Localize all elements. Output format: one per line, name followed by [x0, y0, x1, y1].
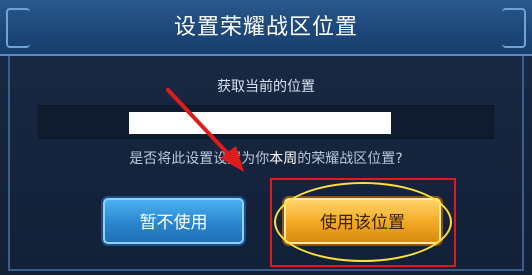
- location-dialog: 设置荣耀战区位置 获取当前的位置 是否将此设置设置为你本周的荣耀战区位置? 暂不…: [0, 0, 532, 275]
- use-location-button[interactable]: 使用该位置: [284, 198, 441, 244]
- location-field: [38, 105, 494, 139]
- dialog-subtitle: 获取当前的位置: [217, 79, 315, 95]
- question-prefix: 是否将此设置设置为你: [129, 151, 270, 167]
- cancel-button[interactable]: 暂不使用: [103, 198, 244, 244]
- dialog-title: 设置荣耀战区位置: [173, 15, 358, 40]
- confirmation-question: 是否将此设置设置为你本周的荣耀战区位置?: [0, 148, 532, 168]
- question-suffix: 的荣耀战区位置?: [297, 151, 403, 167]
- question-emphasis: 本周: [269, 151, 298, 167]
- dialog-title-bar: 设置荣耀战区位置: [0, 0, 532, 56]
- location-value-redacted: [129, 112, 391, 134]
